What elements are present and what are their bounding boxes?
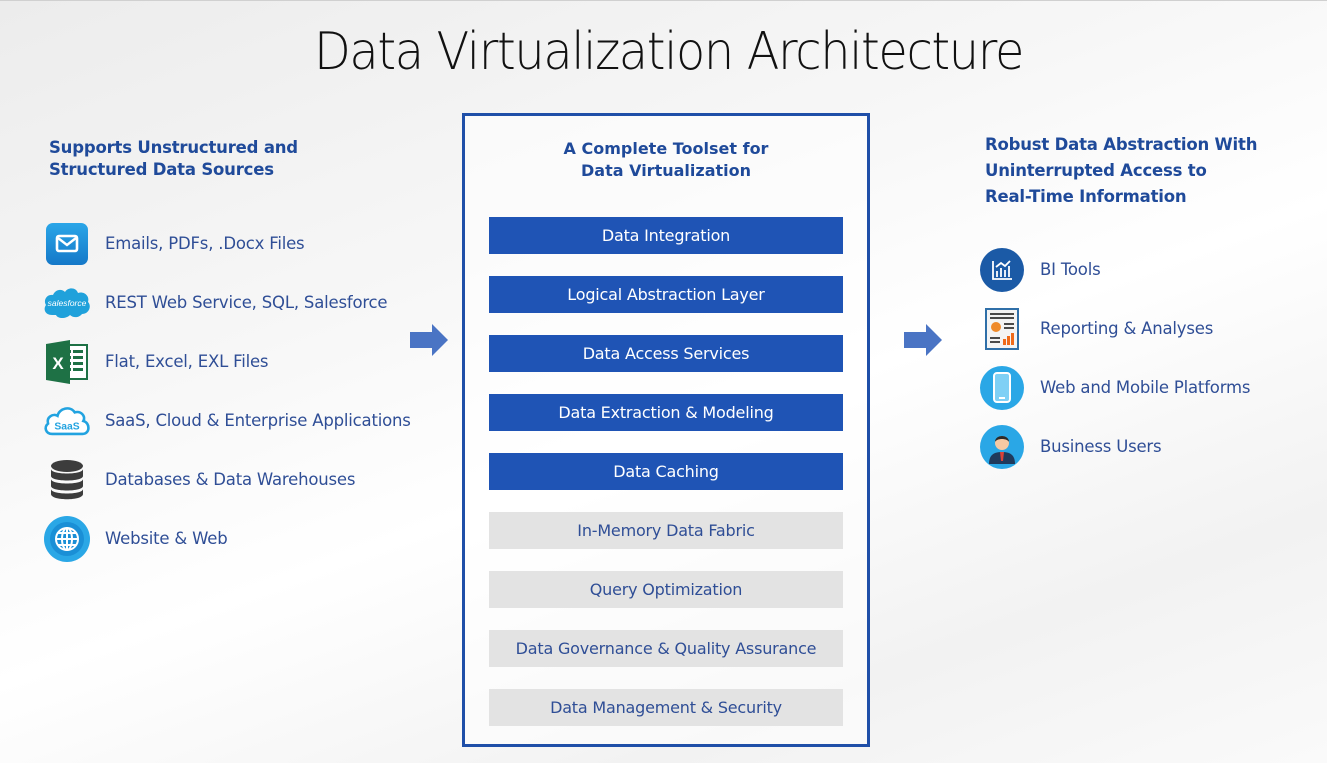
- source-label: Databases & Data Warehouses: [105, 470, 356, 489]
- flow-arrow-right-icon: [410, 324, 448, 356]
- consumer-item-bi-tools: BI Tools: [977, 240, 1250, 299]
- consumer-item-reporting: Reporting & Analyses: [977, 299, 1250, 358]
- source-item-web: Website & Web: [42, 509, 411, 568]
- consumers-heading-line: Robust Data Abstraction With: [985, 135, 1258, 154]
- source-label: SaaS, Cloud & Enterprise Applications: [105, 411, 411, 430]
- excel-icon-text: X: [52, 354, 64, 373]
- toolset-heading-line: A Complete Toolset for: [563, 139, 769, 158]
- layer-query-optimization: Query Optimization: [489, 571, 843, 608]
- bi-chart-icon: [977, 247, 1027, 293]
- layer-data-caching: Data Caching: [489, 453, 843, 490]
- consumer-label: BI Tools: [1040, 260, 1101, 279]
- consumers-heading-line: Uninterrupted Access to: [985, 161, 1207, 180]
- consumers-heading: Robust Data Abstraction With Uninterrupt…: [985, 132, 1257, 210]
- sources-heading-line: Supports Unstructured and: [49, 138, 298, 157]
- source-item-saas: SaaS SaaS, Cloud & Enterprise Applicatio…: [42, 391, 411, 450]
- saas-icon-text: SaaS: [54, 421, 79, 432]
- flow-arrow-right-icon: [904, 324, 942, 356]
- source-label: Flat, Excel, EXL Files: [105, 352, 269, 371]
- layer-in-memory-data-fabric: In-Memory Data Fabric: [489, 512, 843, 549]
- excel-icon: X: [42, 339, 92, 385]
- consumer-item-business-users: Business Users: [977, 417, 1250, 476]
- sources-list: Emails, PDFs, .Docx Files salesforce RES…: [42, 214, 411, 568]
- source-item-database: Databases & Data Warehouses: [42, 450, 411, 509]
- layer-logical-abstraction: Logical Abstraction Layer: [489, 276, 843, 313]
- business-user-icon: [977, 424, 1027, 470]
- layer-data-integration: Data Integration: [489, 217, 843, 254]
- source-item-salesforce: salesforce REST Web Service, SQL, Salesf…: [42, 273, 411, 332]
- consumer-item-web-mobile: Web and Mobile Platforms: [977, 358, 1250, 417]
- source-item-excel: X Flat, Excel, EXL Files: [42, 332, 411, 391]
- saas-cloud-icon: SaaS: [42, 398, 92, 444]
- consumer-label: Business Users: [1040, 437, 1162, 456]
- page-title: Data Virtualization Architecture: [313, 22, 1024, 82]
- source-label: Website & Web: [105, 529, 228, 548]
- database-icon: [42, 457, 92, 503]
- toolset-panel: A Complete Toolset for Data Virtualizati…: [462, 113, 870, 747]
- sources-heading-line: Structured Data Sources: [49, 160, 274, 179]
- layer-data-extraction-modeling: Data Extraction & Modeling: [489, 394, 843, 431]
- mobile-icon: [977, 365, 1027, 411]
- source-label: Emails, PDFs, .Docx Files: [105, 234, 305, 253]
- consumer-label: Reporting & Analyses: [1040, 319, 1214, 338]
- salesforce-icon: salesforce: [42, 280, 92, 326]
- salesforce-icon-text: salesforce: [48, 298, 87, 308]
- layer-data-access-services: Data Access Services: [489, 335, 843, 372]
- consumer-label: Web and Mobile Platforms: [1040, 378, 1251, 397]
- globe-icon: [42, 515, 92, 562]
- report-icon: [977, 306, 1027, 352]
- source-item-email: Emails, PDFs, .Docx Files: [42, 214, 411, 273]
- toolset-heading: A Complete Toolset for Data Virtualizati…: [465, 138, 867, 182]
- layer-data-governance: Data Governance & Quality Assurance: [489, 630, 843, 667]
- email-icon: [42, 221, 92, 267]
- top-border: [0, 0, 1327, 1]
- consumers-heading-line: Real-Time Information: [985, 187, 1187, 206]
- sources-heading: Supports Unstructured and Structured Dat…: [49, 137, 298, 181]
- layer-data-management-security: Data Management & Security: [489, 689, 843, 726]
- toolset-layers: Data Integration Logical Abstraction Lay…: [489, 217, 843, 748]
- toolset-heading-line: Data Virtualization: [581, 161, 751, 180]
- consumers-list: BI Tools Reporting & Analyses Web and Mo…: [977, 240, 1250, 476]
- source-label: REST Web Service, SQL, Salesforce: [105, 293, 388, 312]
